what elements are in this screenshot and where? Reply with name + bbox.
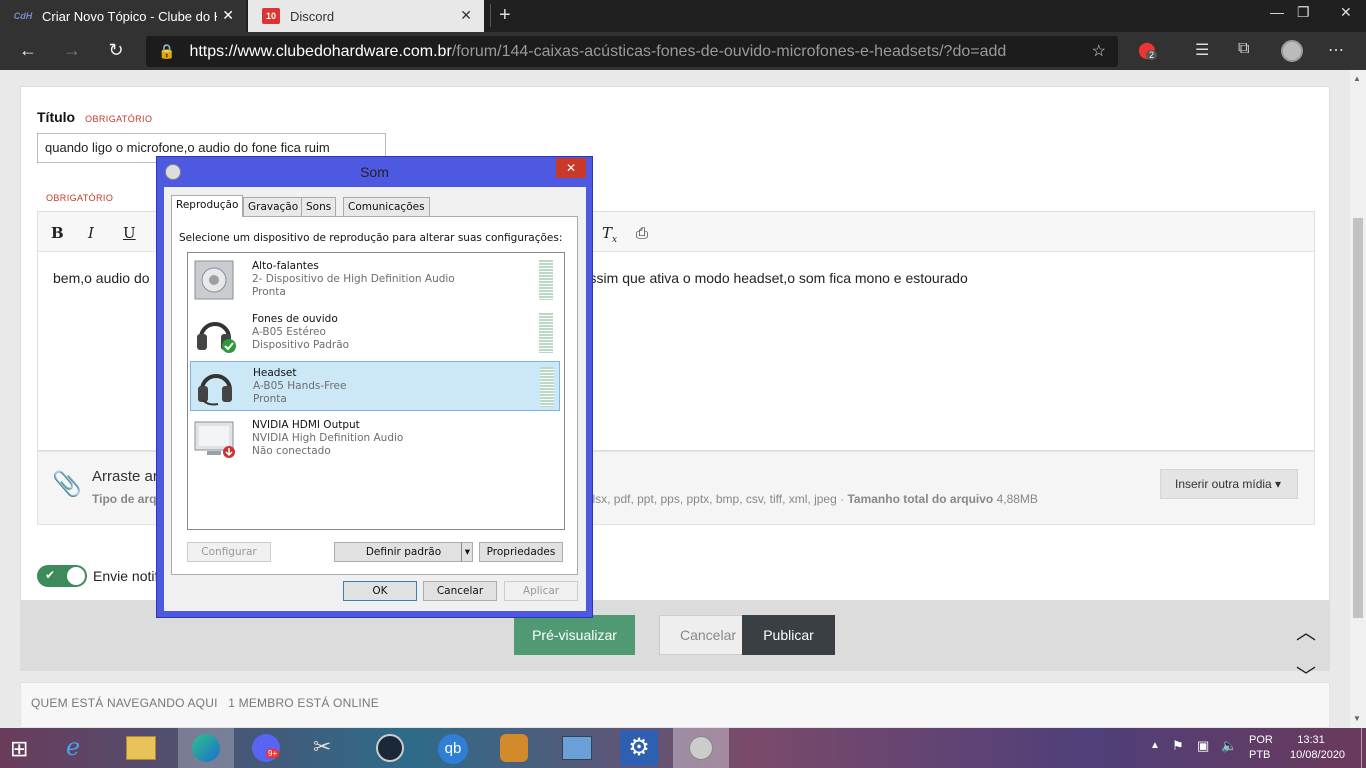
taskbar: ⊞ e 9+ ✂ qb ⚙ ▲ ⚑ ▣ 🔈 POR PTB 13:31 10/08/…: [0, 728, 1366, 768]
drag-files-text: Arraste ar: [92, 468, 158, 485]
browser-tab-bar: CdH Criar Novo Tópico - Clube do Ha ✕ 10…: [0, 0, 1366, 32]
steam-icon[interactable]: [376, 734, 404, 762]
input-language[interactable]: POR PTB: [1249, 733, 1273, 763]
minimize-icon[interactable]: —: [1270, 4, 1284, 20]
back-icon[interactable]: ←: [16, 40, 40, 61]
level-meter: [539, 313, 553, 353]
device-headset[interactable]: Headset A-B05 Hands-Free Pronta: [190, 361, 560, 411]
scrollbar-thumb[interactable]: [1353, 218, 1363, 618]
device-list[interactable]: Alto-falantes 2- Dispositivo de High Def…: [187, 252, 565, 530]
settings-gear-icon[interactable]: ⚙: [620, 730, 658, 766]
playback-panel: Selecione um dispositivo de reprodução p…: [171, 216, 578, 575]
dialog-body: Reprodução Gravação Sons Comunicações Se…: [164, 187, 586, 611]
address-bar[interactable]: 🔒 https://www.clubedohardware.com.br/for…: [146, 36, 1118, 67]
properties-button[interactable]: Propriedades: [479, 542, 563, 562]
site-favicon-icon: CdH: [13, 11, 33, 21]
device-fones-de-ouvido[interactable]: Fones de ouvido A-B05 Estéreo Dispositiv…: [190, 308, 560, 358]
level-meter: [539, 260, 553, 300]
device-nvidia-hdmi[interactable]: NVIDIA HDMI Output NVIDIA High Definitio…: [190, 414, 560, 464]
edge-icon: [192, 734, 220, 762]
content-required-label: OBRIGATÓRIO: [46, 193, 114, 203]
monitor-icon: [194, 421, 235, 458]
notify-label: Envie notif: [93, 568, 159, 584]
online-users-section: QUEM ESTÁ NAVEGANDO AQUI 1 MEMBRO ESTÁ O…: [20, 682, 1330, 728]
favorite-star-icon[interactable]: ☆: [1092, 41, 1106, 61]
clear-format-icon[interactable]: Tx: [602, 224, 617, 245]
close-tab-icon[interactable]: ✕: [222, 7, 234, 24]
tab-criar-topico[interactable]: CdH Criar Novo Tópico - Clube do Ha ✕: [0, 0, 246, 32]
restore-icon[interactable]: ❐: [1297, 4, 1310, 21]
flag-notification-icon[interactable]: ⚑: [1172, 738, 1184, 754]
favorites-list-icon[interactable]: ☰: [1195, 40, 1209, 60]
speaker-icon: [194, 260, 234, 300]
tab-sons[interactable]: Sons: [301, 197, 337, 216]
tab-title: Criar Novo Tópico - Clube do Ha: [42, 8, 217, 24]
insert-media-button[interactable]: Inserir outra mídia ▾: [1160, 469, 1298, 499]
dialog-title: Som: [360, 164, 389, 180]
internet-explorer-icon[interactable]: e: [66, 733, 80, 761]
extension-icon[interactable]: ⬤2: [1138, 40, 1158, 60]
preview-button[interactable]: Pré-visualizar: [514, 615, 635, 655]
file-explorer-icon[interactable]: [126, 736, 156, 760]
instruction-text: Selecione um dispositivo de reprodução p…: [179, 232, 563, 244]
discord-icon[interactable]: 9+: [252, 734, 280, 762]
bold-icon[interactable]: B: [51, 224, 64, 242]
dropdown-arrow-icon[interactable]: ▾: [460, 543, 470, 561]
underline-icon[interactable]: U: [123, 224, 136, 242]
more-menu-icon[interactable]: ⋯: [1328, 40, 1344, 60]
page-scrollbar[interactable]: ▲ ▼: [1350, 70, 1366, 728]
url-text: https://www.clubedohardware.com.br/forum…: [189, 42, 1007, 60]
tab-title: Discord: [290, 8, 335, 24]
forward-icon[interactable]: →: [60, 40, 84, 61]
discord-favicon-icon: 10: [262, 8, 280, 24]
show-hidden-icons[interactable]: ▲: [1150, 740, 1160, 751]
level-meter: [540, 367, 554, 407]
sound-dialog: Som ✕ Reprodução Gravação Sons Comunicaç…: [156, 156, 593, 618]
scroll-arrow-down-icon[interactable]: ▼: [1353, 714, 1361, 723]
tab-discord[interactable]: 10 Discord ✕: [248, 0, 484, 32]
sound-taskbar-button[interactable]: [673, 728, 729, 768]
preview-icon[interactable]: ⎙: [636, 224, 648, 242]
ok-button[interactable]: OK: [343, 581, 417, 601]
collections-icon[interactable]: ⧉: [1238, 40, 1249, 58]
browser-nav-bar: ← → ↻ 🔒 https://www.clubedohardware.com.…: [0, 32, 1366, 70]
speaker-icon: [689, 736, 713, 760]
publish-button[interactable]: Publicar: [742, 615, 835, 655]
headphones-icon: [197, 322, 236, 353]
scroll-arrow-up-icon[interactable]: ▲: [1353, 74, 1361, 83]
device-alto-falantes[interactable]: Alto-falantes 2- Dispositivo de High Def…: [190, 255, 560, 305]
scroll-up-chevron-icon[interactable]: ︿: [1296, 616, 1316, 645]
volume-icon[interactable]: 🔈: [1221, 738, 1237, 754]
apply-button[interactable]: Aplicar: [504, 581, 578, 601]
show-desktop-button[interactable]: [1361, 728, 1366, 768]
check-icon: ✔: [45, 568, 56, 582]
paperclip-icon: 📎: [52, 471, 82, 498]
close-window-icon[interactable]: ✕: [1340, 4, 1352, 21]
network-icon[interactable]: ▣: [1197, 738, 1209, 754]
qbittorrent-icon[interactable]: qb: [438, 734, 468, 764]
headset-icon: [198, 374, 232, 406]
snipping-tool-icon[interactable]: ✂: [313, 734, 331, 760]
italic-icon[interactable]: I: [88, 224, 94, 242]
control-panel-icon[interactable]: [562, 736, 592, 760]
reload-icon[interactable]: ↻: [104, 40, 128, 61]
tab-gravacao[interactable]: Gravação: [243, 197, 304, 216]
clock[interactable]: 13:31 10/08/2020: [1290, 733, 1345, 763]
set-default-button[interactable]: Definir padrão ▾: [334, 542, 473, 562]
close-tab-icon[interactable]: ✕: [460, 7, 472, 24]
dialog-close-button[interactable]: ✕: [556, 158, 586, 178]
start-windows-icon[interactable]: ⊞: [10, 736, 28, 762]
game-icon[interactable]: [500, 734, 528, 762]
profile-avatar[interactable]: [1281, 40, 1303, 62]
lock-icon: 🔒: [158, 43, 176, 59]
dialog-cancel-button[interactable]: Cancelar: [423, 581, 497, 601]
configure-button[interactable]: Configurar: [187, 542, 271, 562]
new-tab-icon[interactable]: +: [490, 4, 511, 27]
title-label: Título OBRIGATÓRIO: [37, 109, 153, 125]
edge-taskbar-button[interactable]: [178, 728, 234, 768]
tab-comunicacoes[interactable]: Comunicações: [343, 197, 430, 216]
tab-reproducao[interactable]: Reprodução: [171, 195, 244, 217]
notify-toggle[interactable]: ✔: [37, 565, 87, 587]
